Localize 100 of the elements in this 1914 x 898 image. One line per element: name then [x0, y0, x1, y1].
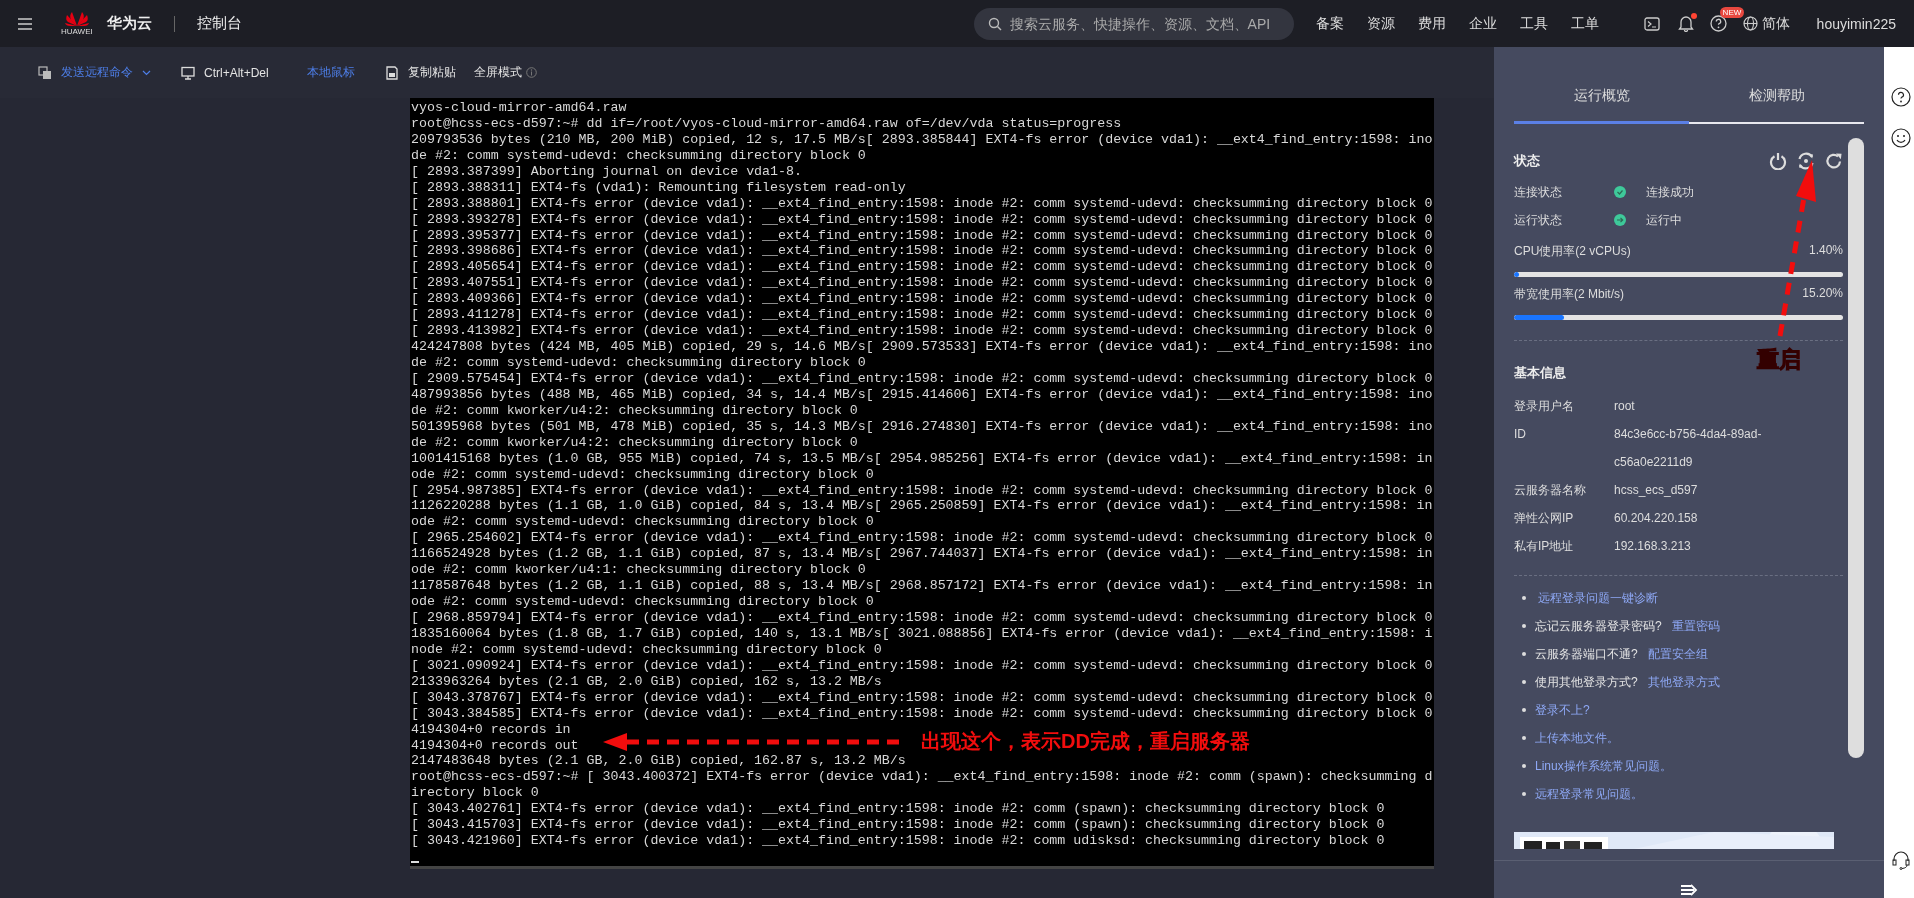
help-link[interactable]: Linux操作系统常见问题。 — [1535, 757, 1672, 775]
terminal-line: [ 2954.987385] EXT4-fs error (device vda1): __ext4_find_entry:1598: inode #2: comm systemd-udevd: checksumming directory block 0 — [411, 482, 1433, 499]
refresh-icon[interactable] — [1825, 152, 1843, 170]
nav-link[interactable]: 资源 — [1366, 14, 1395, 33]
terminal-line: 1178587648 bytes (1.2 GB, 1.1 GiB) copied, 88 s, 13.4 MB/s[ 2968.857172] EXT4-fs error (device vda1): __ext4_find_entry:1598: in — [411, 578, 1433, 595]
terminal-line: [ 2893.393278] EXT4-fs error (device vda1): __ext4_find_entry:1598: inode #2: comm systemd-udevd: checksumming directory block 0 — [411, 211, 1433, 228]
toolbar-button[interactable]: 本地鼠标 — [306, 64, 355, 81]
toolbar-button[interactable]: 复制粘贴 — [384, 64, 456, 81]
terminal-line: [ 2893.409366] EXT4-fs error (device vda1): __ext4_find_entry:1598: inode #2: comm systemd-udevd: checksumming directory block 0 — [411, 291, 1433, 308]
nav-link[interactable]: 工具 — [1519, 14, 1548, 33]
terminal-line: [ 2893.405654] EXT4-fs error (device vda1): __ext4_find_entry:1598: inode #2: comm systemd-udevd: checksumming directory block 0 — [411, 259, 1433, 276]
console-title[interactable]: 控制台 — [196, 14, 242, 33]
terminal-line: de #2: comm systemd-udevd: checksumming directory block 0 — [411, 147, 866, 164]
bullet-icon — [1522, 736, 1526, 740]
info-icon — [525, 67, 537, 78]
terminal-screen[interactable] — [410, 98, 1434, 869]
terminal-line: 1126220288 bytes (1.1 GB, 1.0 GiB) copied, 84 s, 13.4 MB/s[ 2965.250859] EXT4-fs error (device vda1): __ext4_find_entry:1598: in — [411, 498, 1433, 515]
section-title: 基本信息 — [1514, 364, 1566, 382]
power-icon[interactable] — [1769, 152, 1787, 170]
user-name[interactable]: houyimin225 — [1816, 15, 1896, 32]
nav-link[interactable]: 工单 — [1570, 14, 1599, 33]
terminal-line: [ 2893.387399] Aborting journal on device vda1-8. — [411, 163, 802, 180]
scrollbar[interactable] — [1848, 138, 1864, 758]
terminal-line: de #2: comm kworker/u4:2: checksumming directory block 0 — [411, 402, 858, 419]
meter-reading: 1.40% — [1808, 243, 1843, 259]
bullet-icon — [1522, 596, 1526, 600]
meter-label: 带宽使用率(2 Mbit/s) — [1514, 286, 1624, 303]
brand-name: 华为云 — [106, 14, 152, 33]
terminal-line: 2147483648 bytes (2.1 GB, 2.0 GiB) copied, 162.87 s, 13.2 MB/s — [411, 753, 906, 770]
new-badge: NEW — [1719, 7, 1745, 18]
terminal-line: root@hcss-ecs-d597:~# [ 3043.400372] EXT4-fs error (device vda1): __ext4_find_entry:1598: inode #2: comm (spawn): checksumming d — [411, 769, 1433, 786]
terminal-line: [ 2893.407551] EXT4-fs error (device vda1): __ext4_find_entry:1598: inode #2: comm systemd-udevd: checksumming directory block 0 — [411, 275, 1433, 292]
help-link[interactable]: 重置密码 — [1671, 617, 1720, 635]
terminal-line: [ 2968.859794] EXT4-fs error (device vda1): __ext4_find_entry:1598: inode #2: comm systemd-udevd: checksumming directory block 0 — [411, 610, 1433, 626]
terminal-line: [ 2893.411278] EXT4-fs error (device vda1): __ext4_find_entry:1598: inode #2: comm systemd-udevd: checksumming directory block 0 — [411, 307, 1433, 324]
field-label: 连接状态 — [1514, 183, 1563, 201]
terminal-line: ode #2: comm systemd-udevd: checksumming directory block 0 — [411, 594, 874, 610]
terminal-line: vyos-cloud-mirror-amd64.raw — [411, 100, 627, 116]
bullet-icon — [1522, 652, 1526, 656]
terminal-line: 501395968 bytes (501 MB, 478 MiB) copied, 35 s, 14.3 MB/s[ 2916.274830] EXT4-fs error (device vda1): __ext4_find_entry:1598: ino — [411, 418, 1433, 435]
status-value: 运行中 — [1646, 211, 1682, 229]
terminal-line: [ 2893.398686] EXT4-fs error (device vda1): __ext4_find_entry:1598: inode #2: comm systemd-udevd: checksumming directory block 0 — [411, 243, 1433, 260]
terminal-line: [ 2909.575454] EXT4-fs error (device vda1): __ext4_find_entry:1598: inode #2: comm systemd-udevd: checksumming directory block 0 — [411, 370, 1433, 387]
terminal-line: 487993856 bytes (488 MB, 465 MiB) copied, 34 s, 14.4 MB/s[ 2915.414606] EXT4-fs error (device vda1): __ext4_find_entry:1598: ino — [411, 386, 1433, 403]
annotation-text: 出现这个，表示DD完成，重启服务器 — [921, 729, 1250, 754]
field-value: 192.168.3.213 — [1614, 538, 1692, 555]
terminal-line: [ 2893.395377] EXT4-fs error (device vda1): __ext4_find_entry:1598: inode #2: comm systemd-udevd: checksumming directory block 0 — [411, 227, 1433, 244]
terminal-line: ode #2: comm systemd-udevd: checksumming directory block 0 — [411, 466, 874, 483]
field-label: ID — [1514, 426, 1527, 443]
section-title: 状态 — [1514, 152, 1540, 170]
nav-link[interactable]: 费用 — [1417, 14, 1446, 33]
bullet-icon — [1522, 680, 1526, 684]
help-link[interactable]: 远程登录问题一键诊断 — [1538, 589, 1658, 607]
terminal-line: irectory block 0 — [411, 785, 539, 802]
terminal-line: 1166524928 bytes (1.2 GB, 1.1 GiB) copied, 87 s, 13.4 MB/s[ 2967.744037] EXT4-fs error (device vda1): __ext4_find_entry:1598: in — [411, 546, 1433, 563]
nav-link[interactable]: 企业 — [1468, 14, 1497, 33]
terminal-line: [ 2893.388801] EXT4-fs error (device vda1): __ext4_find_entry:1598: inode #2: comm systemd-udevd: checksumming directory block 0 — [411, 195, 1433, 212]
tab[interactable]: 运行概览 — [1514, 76, 1689, 124]
nav-link[interactable]: 备案 — [1315, 14, 1344, 33]
language-link[interactable]: 简体 — [1742, 14, 1790, 33]
search-field[interactable]: 搜索云服务、快捷操作、资源、文档、API — [973, 7, 1294, 40]
field-label: 登录用户名 — [1514, 398, 1575, 415]
tab[interactable]: 检测帮助 — [1689, 76, 1864, 124]
menu-icon[interactable] — [17, 16, 33, 31]
terminal-line: [ 2965.254602] EXT4-fs error (device vda1): __ext4_find_entry:1598: inode #2: comm systemd-udevd: checksumming directory block 0 — [411, 530, 1433, 547]
terminal-line: de #2: comm systemd-udevd: checksumming directory block 0 — [411, 355, 866, 371]
terminal-line: de #2: comm kworker/u4:2: checksumming directory block 0 — [411, 434, 858, 451]
help-link[interactable]: 登录不上? — [1535, 701, 1590, 719]
terminal-line: 1835160064 bytes (1.8 GB, 1.7 GiB) copied, 140 s, 13.1 MB/s[ 3021.088856] EXT4-fs error (device vda1): __ext4_find_entry:1598: i — [411, 625, 1433, 642]
logo[interactable]: HUAWEI — [61, 11, 93, 36]
language-label: 简体 — [1761, 14, 1790, 33]
help-link[interactable]: 远程登录常见问题。 — [1535, 785, 1643, 803]
terminal-line: [ 3043.402761] EXT4-fs error (device vda1): __ext4_find_entry:1598: inode #2: comm (spawn): checksumming directory block 0 — [411, 801, 1385, 818]
terminal-line: [ 3043.415703] EXT4-fs error (device vda1): __ext4_find_entry:1598: inode #2: comm (spawn): checksumming directory block 0 — [411, 817, 1385, 834]
terminal-line: 2133963264 bytes (2.1 GB, 2.0 GiB) copied, 162 s, 13.2 MB/s — [411, 673, 882, 690]
terminal-line: [ 2893.413982] EXT4-fs error (device vda1): __ext4_find_entry:1598: inode #2: comm systemd-udevd: checksumming directory block 0 — [411, 323, 1433, 340]
terminal-icon[interactable] — [1643, 16, 1660, 31]
terminal-line: 4194304+0 records out — [411, 737, 579, 754]
terminal-line: 209793536 bytes (210 MB, 200 MiB) copied, 12 s, 17.5 MB/s[ 2893.385844] EXT4-fs error (device vda1): __ext4_find_entry:1598: ino — [411, 131, 1433, 148]
headset-icon[interactable] — [1891, 850, 1911, 870]
help-link[interactable]: 其他登录方式 — [1647, 673, 1720, 691]
toolbar-button[interactable]: 全屏模式 — [473, 64, 522, 81]
bell-icon[interactable] — [1677, 15, 1694, 32]
field-label: 弹性公网IP — [1514, 510, 1575, 527]
bullet-icon — [1522, 708, 1526, 712]
collapse-icon[interactable] — [1680, 884, 1698, 896]
help-icon[interactable] — [1891, 87, 1911, 107]
terminal-line: ode #2: comm systemd-udevd: checksumming directory block 0 — [411, 514, 874, 531]
toolbar-button[interactable]: 发送远程命令 — [38, 64, 151, 81]
help-link[interactable]: 上传本地文件。 — [1535, 729, 1619, 747]
field-value: root — [1614, 398, 1636, 415]
terminal-line: node #2: comm systemd-udevd: checksumming directory block 0 — [411, 641, 882, 658]
toolbar-button[interactable]: Ctrl+Alt+Del — [181, 65, 269, 80]
help-text: 忘记云服务器登录密码? — [1535, 617, 1662, 635]
field-value: hcss_ecs_d597 — [1614, 482, 1699, 499]
logo-text: HUAWEI — [61, 27, 93, 36]
annotation-text: 重启 — [1757, 346, 1801, 374]
help-link[interactable]: 配置安全组 — [1647, 645, 1708, 663]
smiley-icon[interactable] — [1891, 128, 1911, 148]
field-label: 私有IP地址 — [1514, 538, 1575, 555]
